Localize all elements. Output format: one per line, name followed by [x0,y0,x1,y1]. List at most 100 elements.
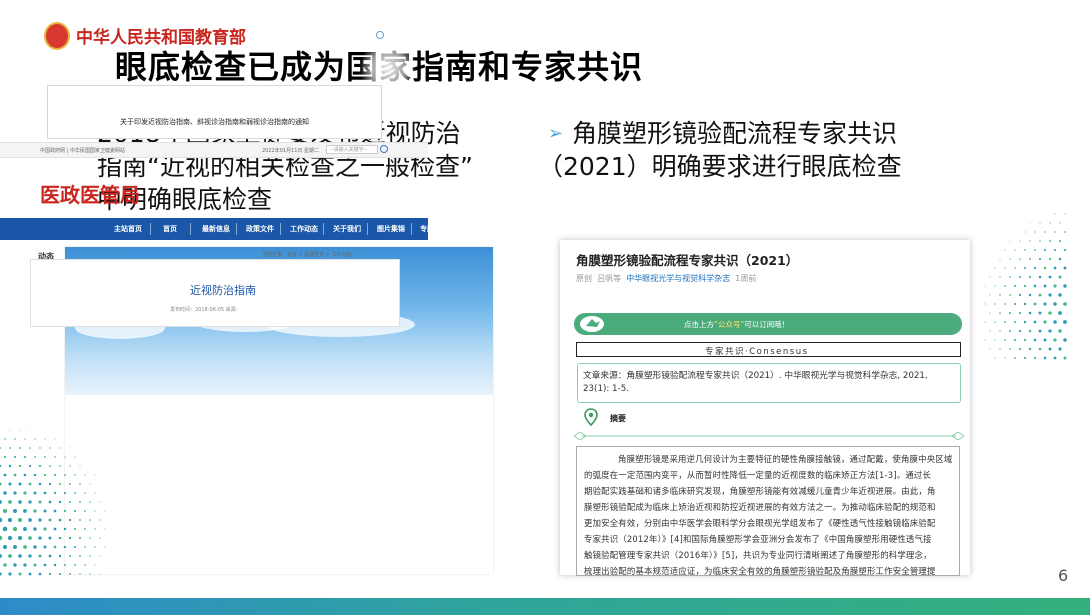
breadcrumb: 当前位置：首页 > 医政医管 > 工作动态 [262,252,352,258]
decorative-dot [58,536,62,540]
bullet-arrow-icon: ➢ [548,123,564,144]
decorative-dot [1054,213,1056,215]
nav-item-work[interactable]: 工作动态 [290,224,318,234]
nav-item-home[interactable]: 首页 [163,224,177,234]
nav-separator [190,223,191,235]
decorative-dot [1053,266,1057,270]
decorative-dot [1063,266,1067,270]
decorative-dot [33,491,37,495]
decorative-dot [1029,258,1031,260]
decorative-dot [984,285,986,287]
decorative-dot [63,545,67,549]
decorative-dot [1053,356,1057,360]
decorative-dot [1058,347,1062,351]
decorative-dot [1063,248,1067,252]
paper-meta: 原创 吕帆等 中华眼视光学与视觉科学杂志 1周前 [576,273,756,284]
decorative-dot [999,312,1001,314]
decorative-dot [1019,240,1021,242]
decorative-dot [1004,249,1006,251]
decorative-dot [38,572,42,576]
decorative-dot [63,509,67,513]
decorative-dot [1034,231,1036,233]
journal-link[interactable]: 中华眼视光学与视觉科学杂志 [626,274,730,283]
article-title[interactable]: 近视防治指南 [190,282,256,298]
decorative-dot [1048,275,1052,279]
search-icon[interactable] [376,31,384,39]
decorative-dot [1043,356,1047,360]
notice-title[interactable]: 关于印发近视防治指南、斜视诊治指南和弱视诊治指南的通知 [120,117,309,127]
subscribe-prefix: 点击上方 [684,320,714,329]
decorative-dot [79,555,81,557]
decorative-dot [1038,257,1042,261]
decorative-dot [1058,311,1062,315]
abstract-line: 梳理出验配的基本规范适应证，为临床安全有效的角膜塑形镜验配及角膜塑形工作安全管理… [584,566,936,576]
decorative-dot [39,447,41,449]
abstract-line: 期验配实践基础和诸多临床研究发现，角膜塑形镜能有效减缓儿童青少年近视进展。由此，… [584,486,936,496]
decorative-dot [23,563,27,567]
decorative-dot [994,285,996,287]
nav-item-policy[interactable]: 政策文件 [246,224,274,234]
bird-icon [580,316,604,332]
decorative-dot [1064,213,1066,215]
abstract-line: 角膜塑形镜是采用逆几何设计为主要特征的硬性角膜接触镜，通过配戴，使角膜中央区域 [618,454,953,464]
decorative-dot [49,447,51,449]
nav-separator [367,223,368,235]
decorative-dot [64,474,66,476]
decorative-dot [63,491,67,495]
keyword-search-input[interactable]: --请输入关键字-- [326,145,378,154]
site-search-input[interactable] [286,30,386,40]
decorative-dot [28,500,32,504]
decorative-dot [1033,302,1037,306]
ministry-english-name: Ministry of Education of the People's Re… [76,44,213,50]
decorative-dot [2,544,8,550]
decorative-dot [18,500,22,504]
decorative-dot [8,464,12,468]
nav-item-gallery[interactable]: 图片集锦 [377,224,405,234]
decorative-dot [1024,357,1026,359]
decorative-dot [13,473,17,477]
decorative-dot [28,464,32,468]
decorative-dot [989,276,991,278]
nav-separator [236,223,237,235]
subscribe-suffix: 可以订阅哦！ [744,320,790,329]
decorative-dot [18,518,22,522]
meta-location[interactable]: 中国政府网 | 中华民国国家卫健委网站 [40,147,125,154]
search-icon[interactable] [380,145,388,153]
decorative-dot [1019,348,1021,350]
decorative-dot [43,509,47,513]
location-pin-icon [584,408,598,426]
decorative-dot [38,536,42,540]
nav-item-home-main[interactable]: 主站首页 [114,224,142,234]
decorative-dot [18,464,22,468]
decorative-dot [999,276,1001,278]
decorative-dot [994,357,996,359]
decorative-dot [104,510,106,512]
decorative-dot [58,482,62,486]
decorative-dot [79,519,81,521]
decorative-dot [0,447,1,449]
languages-link[interactable]: Languages [310,7,337,13]
decorative-dot [38,464,42,468]
decorative-dot [989,330,991,332]
decorative-dot [0,464,2,468]
decorative-dot [7,535,13,541]
nav-item-about[interactable]: 关于我们 [333,224,361,234]
nav-item-latest[interactable]: 最新信息 [202,224,230,234]
decorative-dot [1028,311,1032,315]
decorative-dot [8,500,12,504]
decorative-dot [94,546,96,548]
decorative-dot [43,491,47,495]
decorative-dot [43,473,47,477]
decorative-dot [69,573,71,575]
decorative-dot [984,303,986,305]
decorative-dot [1033,320,1037,324]
decorative-dot [79,573,81,575]
decorative-dot [1059,222,1061,224]
decorative-dot [0,554,2,558]
nav-item-topics[interactable]: 专题专栏 [420,224,448,234]
original-badge: 原创 [576,274,592,283]
decorative-dot [69,465,71,467]
decorative-dot [1044,249,1046,251]
page-number: 6 [1058,566,1069,585]
bottom-bar [0,598,1090,615]
